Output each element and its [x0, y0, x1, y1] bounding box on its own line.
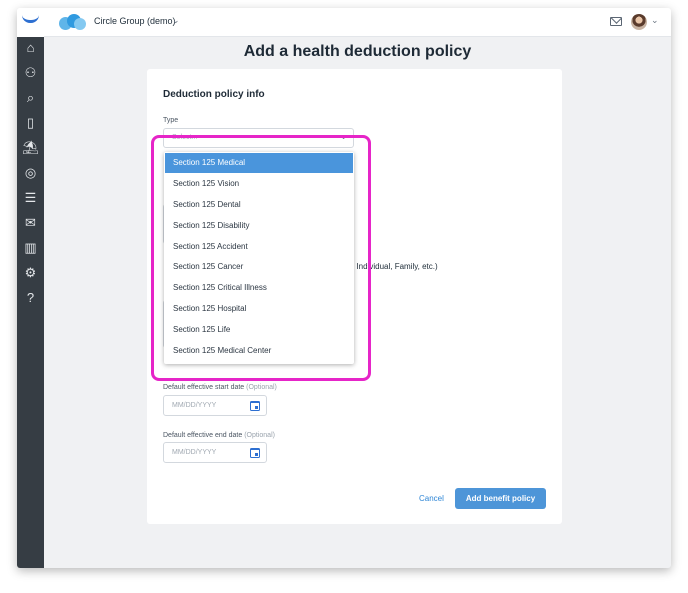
- documents-icon[interactable]: ☰: [17, 188, 44, 208]
- end-date-placeholder: MM/DD/YYYY: [172, 449, 217, 456]
- dropdown-option[interactable]: Section 125 Medical: [165, 153, 353, 173]
- app-window: Circle Group (demo) ⌄ ⌄ ⌂ ⚇ ⌕ ▯ ⛱ ◎ ☰ ✉ …: [17, 8, 671, 568]
- section-title: Deduction policy info: [163, 89, 265, 100]
- type-select[interactable]: Select... ⌄: [163, 128, 354, 148]
- start-date-input[interactable]: MM/DD/YYYY: [163, 395, 267, 416]
- add-benefit-policy-button[interactable]: Add benefit policy: [455, 488, 546, 509]
- people-icon[interactable]: ⚇: [17, 63, 44, 83]
- dropdown-option[interactable]: Section 125 Vision: [165, 174, 353, 194]
- calendar-icon[interactable]: [250, 448, 260, 458]
- type-dropdown-menu: Section 125 Medical Section 125 Vision S…: [164, 152, 354, 364]
- app-logo[interactable]: [17, 8, 44, 37]
- dropdown-option[interactable]: Section 125 Medical Center: [165, 341, 353, 361]
- certificate-icon[interactable]: ✉: [17, 213, 44, 233]
- type-label: Type: [163, 117, 179, 124]
- top-bar: Circle Group (demo) ⌄ ⌄: [17, 8, 671, 37]
- home-icon[interactable]: ⌂: [17, 38, 44, 58]
- end-date-label: Default effective end date (Optional): [163, 432, 275, 439]
- start-date-placeholder: MM/DD/YYYY: [172, 402, 217, 409]
- help-icon[interactable]: ?: [17, 288, 44, 308]
- company-switcher[interactable]: Circle Group (demo): [94, 16, 176, 26]
- end-date-input[interactable]: MM/DD/YYYY: [163, 442, 267, 463]
- page-title: Add a health deduction policy: [243, 43, 472, 60]
- smile-logo-icon: [22, 15, 39, 23]
- dropdown-option[interactable]: Section 125 Critical Illness: [165, 278, 353, 298]
- dropdown-option[interactable]: Section 125 Disability: [165, 216, 353, 236]
- gear-icon[interactable]: ⚙: [17, 263, 44, 283]
- avatar[interactable]: [631, 14, 647, 30]
- dropdown-option[interactable]: Section 125 Cancer: [165, 257, 353, 277]
- optional-tag: (Optional): [246, 384, 277, 391]
- dropdown-option[interactable]: Section 125 Dental: [165, 195, 353, 215]
- sidebar: ⌂ ⚇ ⌕ ▯ ⛱ ◎ ☰ ✉ ▥ ⚙ ?: [17, 37, 44, 568]
- mail-icon[interactable]: [610, 17, 622, 26]
- calendar-icon[interactable]: [250, 401, 260, 411]
- camera-icon[interactable]: ◎: [17, 163, 44, 183]
- cancel-button[interactable]: Cancel: [419, 494, 444, 503]
- company-logo-icon: [59, 14, 87, 30]
- optional-tag: (Optional): [244, 432, 275, 439]
- start-date-label-text: Default effective start date: [163, 384, 245, 391]
- end-date-label-text: Default effective end date: [163, 432, 243, 439]
- dropdown-option[interactable]: Section 125 Hospital: [165, 299, 353, 319]
- bar-chart-icon[interactable]: ▥: [17, 238, 44, 258]
- chevron-down-icon: ⌄: [340, 132, 347, 141]
- dropdown-option[interactable]: Section 125 Accident: [165, 237, 353, 257]
- coverage-tier-hint: , Individual, Family, etc.): [352, 262, 438, 271]
- chevron-down-icon[interactable]: ⌄: [172, 15, 180, 26]
- type-placeholder: Select...: [172, 134, 198, 141]
- chevron-down-icon[interactable]: ⌄: [651, 15, 659, 26]
- clipboard-icon[interactable]: ▯: [17, 113, 44, 133]
- start-date-label: Default effective start date (Optional): [163, 384, 277, 391]
- person-search-icon[interactable]: ⌕: [17, 88, 44, 108]
- beach-icon[interactable]: ⛱: [17, 138, 44, 158]
- dropdown-option[interactable]: Section 125 Life: [165, 320, 353, 340]
